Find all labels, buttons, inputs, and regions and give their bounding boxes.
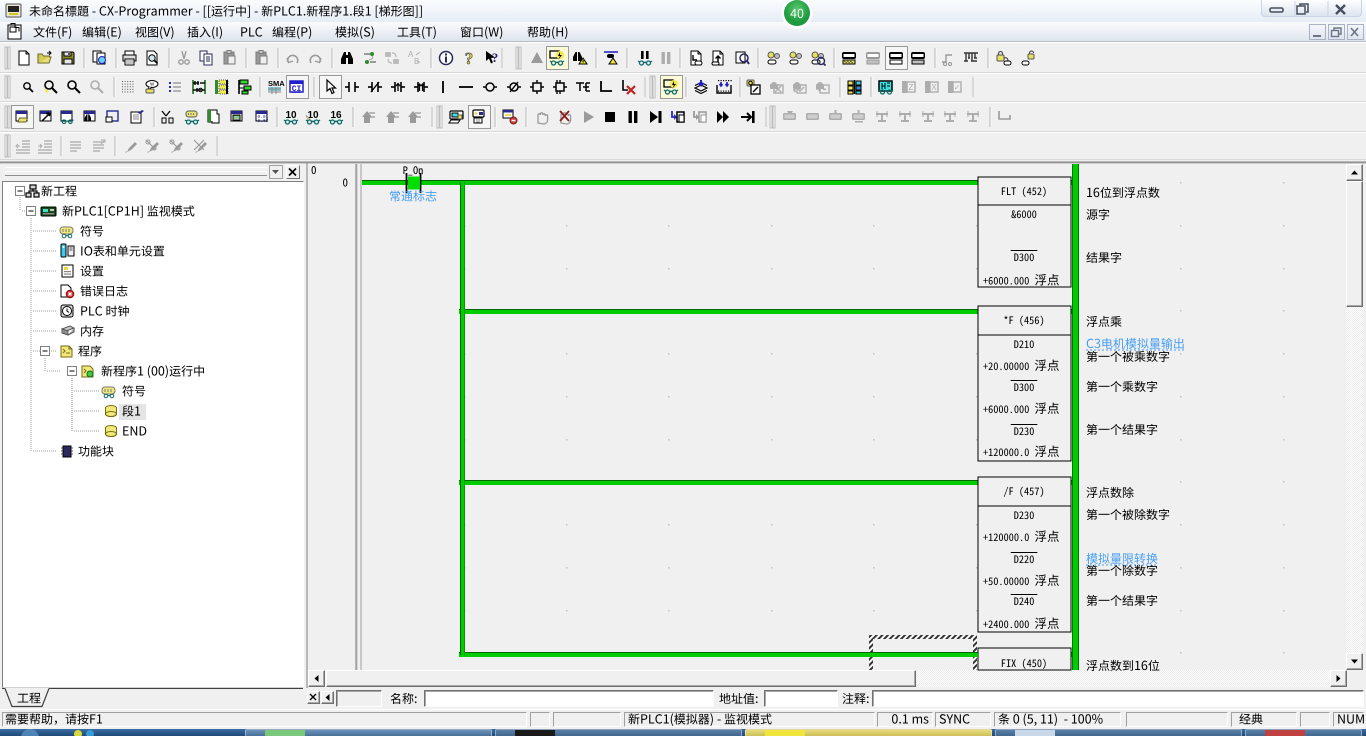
svg-text:?: ? [465, 49, 474, 68]
svg-text:0.02: 0.02 [258, 118, 269, 124]
svg-text:Z: Z [909, 83, 914, 92]
svg-text:CI: CI [292, 85, 302, 94]
svg-text:?: ? [492, 50, 499, 65]
svg-text:16: 16 [330, 110, 342, 121]
svg-text:SMA: SMA [268, 79, 285, 88]
svg-text:X: X [931, 83, 937, 92]
svg-text:10: 10 [285, 110, 297, 121]
svg-text:✓: ✓ [954, 83, 961, 92]
svg-text:w: w [150, 82, 154, 88]
